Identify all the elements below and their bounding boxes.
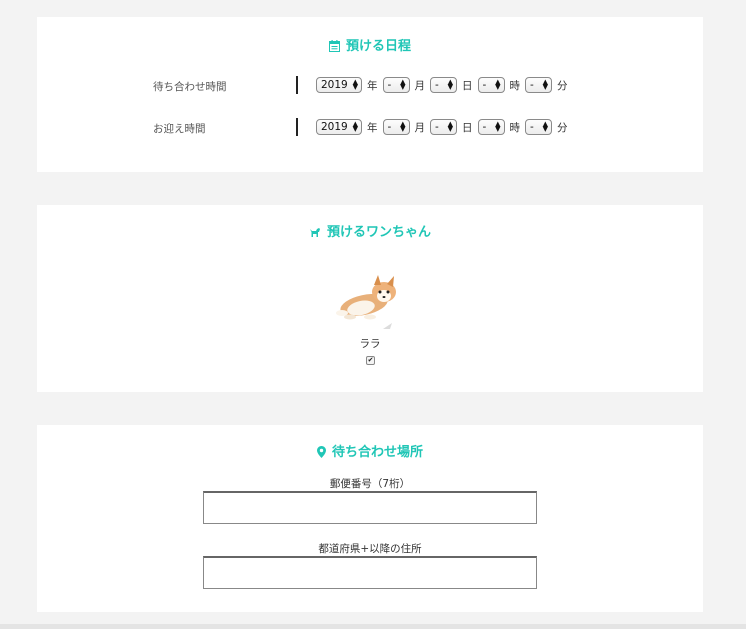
dog-card: 預けるワンちゃん ララ ✔	[37, 205, 703, 392]
dog-icon	[309, 227, 321, 242]
minute-unit: 分	[557, 79, 568, 92]
meeting-minute-value: -	[530, 79, 534, 91]
month-unit: 月	[414, 121, 426, 134]
dog-title: 預けるワンちゃん	[37, 221, 703, 242]
select-arrows-icon: ▲ ▼	[400, 120, 406, 133]
meeting-time-label: 待ち合わせ時間	[153, 81, 227, 93]
meeting-year-select[interactable]: 2019 ▲ ▼	[316, 77, 362, 93]
pickup-day-value: -	[435, 121, 439, 133]
select-arrows-icon: ▲ ▼	[495, 120, 501, 133]
minute-unit: 分	[557, 121, 568, 134]
postal-code-input[interactable]	[203, 491, 537, 524]
meeting-time-selects: 2019 ▲ ▼ 年 - ▲ ▼ 月 - ▲ ▼ 日 - ▲ ▼ 時 - ▲ ▼ 分	[316, 77, 573, 93]
day-unit: 日	[462, 121, 473, 134]
schedule-title-text: 預ける日程	[345, 39, 411, 54]
calendar-icon	[328, 40, 340, 56]
meeting-month-select[interactable]: - ▲ ▼	[382, 77, 410, 93]
place-title-text: 待ち合わせ場所	[331, 445, 423, 460]
dog-name: ララ	[359, 338, 381, 350]
schedule-card: 預ける日程 待ち合わせ時間 2019 ▲ ▼ 年 - ▲ ▼ 月 - ▲ ▼ 日 - ▲ ▼ 時…	[37, 17, 703, 172]
pickup-time-selects: 2019 ▲ ▼ 年 - ▲ ▼ 月 - ▲ ▼ 日 - ▲ ▼ 時 - ▲ ▼ 分	[316, 119, 573, 135]
map-pin-icon	[316, 446, 326, 462]
select-arrows-icon: ▲ ▼	[495, 78, 501, 91]
place-title: 待ち合わせ場所	[37, 441, 703, 462]
place-card: 待ち合わせ場所 郵便番号（7桁） 都道府県+以降の住所	[37, 425, 703, 612]
meeting-year-value: 2019	[321, 79, 348, 91]
pickup-hour-select[interactable]: - ▲ ▼	[477, 119, 505, 135]
meeting-minute-select[interactable]: - ▲ ▼	[525, 77, 552, 93]
meeting-hour-value: -	[482, 79, 487, 91]
select-arrows-icon: ▲ ▼	[447, 120, 453, 133]
pickup-time-row: お迎え時間 2019 ▲ ▼ 年 - ▲ ▼ 月 - ▲ ▼ 日 - ▲ ▼ 時 - ▲ ▼ 分	[37, 118, 703, 138]
pickup-time-label: お迎え時間	[153, 123, 206, 135]
pickup-month-select[interactable]: - ▲ ▼	[382, 119, 410, 135]
year-unit: 年	[367, 121, 378, 134]
meeting-time-row: 待ち合わせ時間 2019 ▲ ▼ 年 - ▲ ▼ 月 - ▲ ▼ 日 - ▲ ▼ 時 - ▲ ▼ 分	[37, 76, 703, 96]
select-arrows-icon: ▲ ▼	[400, 78, 406, 91]
select-arrows-icon: ▲ ▼	[447, 78, 453, 91]
day-unit: 日	[462, 79, 473, 92]
dog-title-text: 預けるワンちゃん	[326, 225, 431, 240]
select-arrows-icon: ▲ ▼	[542, 78, 548, 91]
postal-code-label: 郵便番号（7桁）	[329, 478, 411, 490]
row-divider	[296, 76, 298, 94]
address-input[interactable]	[203, 556, 537, 589]
pickup-hour-value: -	[482, 121, 487, 133]
select-arrows-icon: ▲ ▼	[352, 120, 358, 133]
pickup-year-select[interactable]: 2019 ▲ ▼	[316, 119, 362, 135]
meeting-day-select[interactable]: - ▲ ▼	[430, 77, 457, 93]
dog-select-checkbox[interactable]: ✔	[366, 356, 375, 365]
pickup-month-value: -	[387, 121, 392, 133]
meeting-day-value: -	[435, 79, 439, 91]
hour-unit: 時	[509, 79, 521, 92]
pickup-day-select[interactable]: - ▲ ▼	[430, 119, 457, 135]
hour-unit: 時	[509, 121, 521, 134]
select-arrows-icon: ▲ ▼	[352, 78, 358, 91]
dog-photo[interactable]	[334, 275, 406, 329]
year-unit: 年	[367, 79, 378, 92]
address-label: 都道府県+以降の住所	[318, 543, 422, 555]
month-unit: 月	[414, 79, 426, 92]
meeting-month-value: -	[387, 79, 392, 91]
select-arrows-icon: ▲ ▼	[542, 120, 548, 133]
pickup-minute-select[interactable]: - ▲ ▼	[525, 119, 552, 135]
meeting-hour-select[interactable]: - ▲ ▼	[477, 77, 505, 93]
schedule-title: 預ける日程	[37, 35, 703, 56]
pickup-year-value: 2019	[321, 121, 348, 133]
row-divider	[296, 118, 298, 136]
bottom-scroll-shadow	[0, 624, 746, 629]
pickup-minute-value: -	[530, 121, 534, 133]
